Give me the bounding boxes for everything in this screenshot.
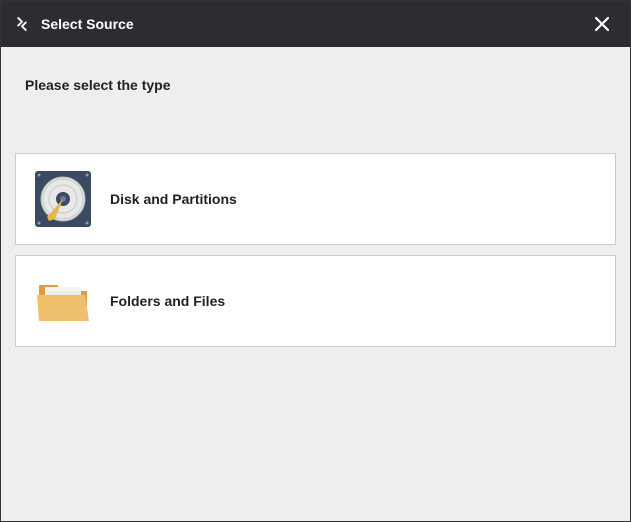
dialog-title: Select Source [41,16,588,32]
option-disk-partitions[interactable]: Disk and Partitions [15,153,616,245]
folder-icon [32,270,94,332]
prompt-text: Please select the type [25,77,616,93]
option-label: Disk and Partitions [110,191,237,207]
close-button[interactable] [588,10,616,38]
close-icon [593,15,611,33]
dialog-content: Please select the type Disk and Par [1,47,630,521]
disk-icon [32,168,94,230]
app-icon [13,15,31,33]
titlebar: Select Source [1,1,630,47]
dialog-window: Select Source Please select the type [0,0,631,522]
option-folders-files[interactable]: Folders and Files [15,255,616,347]
option-label: Folders and Files [110,293,225,309]
